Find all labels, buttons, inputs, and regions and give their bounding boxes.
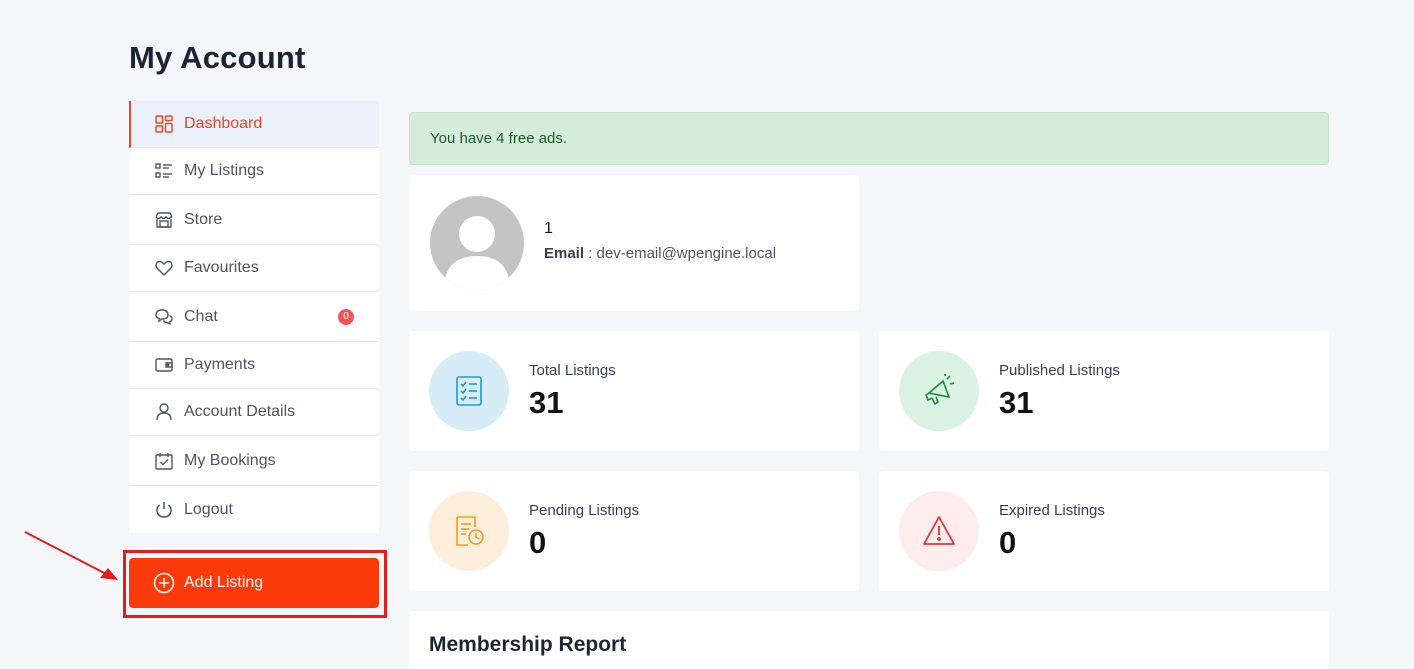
stat-value: 31 [529,385,564,420]
heart-icon [153,257,175,279]
user-icon [153,401,175,423]
sidebar-item-label: My Listings [184,162,265,179]
email-separator: : [584,245,597,262]
sidebar-item-account-details[interactable]: Account Details [129,389,379,436]
sidebar-item-label: Logout [184,500,233,518]
dashboard-icon [153,113,175,135]
sidebar-item-store[interactable]: Store [129,195,379,245]
store-icon [153,209,175,231]
stat-label: Published Listings [999,362,1120,379]
sidebar-item-favourites[interactable]: Favourites [129,245,379,292]
power-icon [153,499,175,521]
account-sidebar: Dashboard My Listings Store Favourites C… [129,101,379,533]
document-clock-icon [429,491,509,571]
email-value: dev-email@wpengine.local [596,245,777,262]
add-listing-highlight: Add Listing [123,550,387,618]
sidebar-item-my-listings[interactable]: My Listings [129,148,379,195]
sidebar-item-label: Dashboard [184,115,263,132]
stat-value: 0 [529,525,547,560]
annotation-arrow [24,531,118,580]
page-title: My Account [129,40,306,75]
warning-icon [899,491,979,571]
checklist-icon [429,351,509,431]
wallet-icon [153,354,175,376]
chat-unread-badge: 0 [338,308,354,325]
sidebar-item-label: My Bookings [184,451,276,469]
stat-card-published-listings: Published Listings 31 [879,331,1329,451]
profile-card: 1 Email : dev-email@wpengine.local [409,175,859,311]
membership-report-card: Membership Report [409,611,1329,669]
calendar-check-icon [153,450,175,472]
sidebar-item-label: Payments [184,356,256,373]
stat-card-total-listings: Total Listings 31 [409,331,859,451]
stat-label: Pending Listings [529,502,640,519]
megaphone-icon [899,351,979,431]
stat-label: Expired Listings [999,502,1105,519]
stat-card-pending-listings: Pending Listings 0 [409,471,859,591]
sidebar-item-payments[interactable]: Payments [129,342,379,389]
membership-report-title: Membership Report [429,633,627,656]
sidebar-item-label: Account Details [184,403,296,420]
sidebar-item-my-bookings[interactable]: My Bookings [129,436,379,486]
stat-card-expired-listings: Expired Listings 0 [879,471,1329,591]
avatar [430,196,524,290]
email-label: Email [544,245,585,262]
add-listing-button[interactable]: Add Listing [129,558,379,608]
sidebar-item-label: Store [184,210,223,228]
sidebar-item-logout[interactable]: Logout [129,486,379,533]
stat-value: 0 [999,525,1017,560]
free-ads-alert: You have 4 free ads. [409,112,1329,165]
stat-value: 31 [999,385,1034,420]
plus-circle-icon [153,572,175,594]
stat-label: Total Listings [529,362,616,379]
sidebar-item-label: Chat [184,307,218,325]
sidebar-item-label: Favourites [184,259,259,276]
alert-text: You have 4 free ads. [430,130,568,147]
sidebar-item-dashboard[interactable]: Dashboard [129,101,379,148]
list-icon [153,160,175,182]
profile-name: 1 [544,220,553,237]
profile-email: Email : dev-email@wpengine.local [544,245,776,262]
add-listing-label: Add Listing [184,574,264,591]
chat-icon [153,306,175,328]
sidebar-item-chat[interactable]: Chat 0 [129,292,379,342]
